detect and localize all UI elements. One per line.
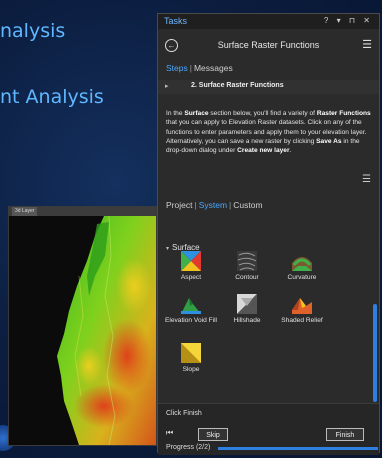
vertical-scrollbar[interactable] (373, 304, 377, 402)
instruction-bold: Save As (316, 137, 342, 145)
progress-bar (218, 447, 378, 450)
tab-system[interactable]: System (199, 200, 227, 210)
step-instructions: In the Surface section below, you'll fin… (166, 109, 372, 155)
function-slope[interactable]: Slope (162, 343, 220, 374)
progress-bar-fill (218, 447, 378, 450)
function-category-tabs: Project | System | Custom (166, 200, 263, 210)
instruction-text: . (289, 147, 292, 155)
step-tabs: Steps | Messages (166, 63, 233, 73)
first-step-icon[interactable]: ⏮ (166, 428, 173, 438)
instruction-text: section below, you'll find a variety of (208, 110, 317, 117)
instruction-text: In the (166, 110, 185, 117)
tab-project[interactable]: Project (166, 200, 192, 210)
function-shaded-relief[interactable]: Shaded Relief (273, 294, 331, 325)
skip-button[interactable]: Skip (198, 428, 228, 441)
function-label: Hillshade (233, 317, 261, 324)
elevation-raster-image (9, 216, 156, 445)
map-window: 3d Layer (8, 206, 157, 446)
function-aspect[interactable]: Aspect (162, 251, 220, 282)
gallery-menu-icon[interactable]: ☰ (362, 174, 371, 185)
tab-separator: | (189, 63, 192, 73)
shaded-relief-icon (292, 294, 312, 314)
elevation-void-fill-icon (181, 294, 201, 314)
hillshade-icon (237, 294, 257, 314)
function-label: Aspect (180, 274, 202, 281)
function-label: Shaded Relief (281, 317, 323, 324)
map-tab[interactable]: 3d Layer (12, 207, 38, 216)
task-header: ← Surface Raster Functions ☰ (158, 37, 379, 57)
instruction-bold: Raster Functions (316, 110, 371, 117)
contour-icon (237, 251, 257, 271)
tab-separator: | (194, 200, 197, 210)
pane-window-controls-icon[interactable]: ? ▾ ⊓ ✕ (324, 16, 373, 25)
function-hillshade[interactable]: Hillshade (218, 294, 276, 325)
function-label: Slope (182, 366, 200, 373)
pane-title: Tasks (164, 16, 188, 26)
elevation-map[interactable] (9, 216, 156, 445)
hamburger-menu-icon[interactable]: ☰ (362, 38, 372, 51)
background-title-line-1: nalysis (0, 20, 66, 42)
curvature-icon (292, 251, 312, 271)
function-label: Contour (235, 274, 259, 281)
function-label: Elevation Void Fill (164, 317, 218, 324)
expand-arrow-icon[interactable]: ▸ (165, 82, 169, 90)
tab-custom[interactable]: Custom (233, 200, 262, 210)
pane-titlebar: Tasks ? ▾ ⊓ ✕ (158, 14, 379, 29)
map-titlebar: 3d Layer (9, 207, 156, 216)
click-finish-instruction: Click Finish (166, 410, 202, 417)
finish-button[interactable]: Finish (326, 428, 364, 441)
function-elevation-void-fill[interactable]: Elevation Void Fill (162, 294, 220, 325)
aspect-icon (181, 251, 201, 271)
function-contour[interactable]: Contour (218, 251, 276, 282)
background-title-line-2: nt Analysis (0, 86, 104, 108)
slope-icon (181, 343, 201, 363)
current-step-row[interactable]: ▸ 2. Surface Raster Functions (158, 80, 379, 94)
task-name: Surface Raster Functions (217, 40, 320, 50)
tasks-pane: Tasks ? ▾ ⊓ ✕ ← Surface Raster Functions… (157, 13, 380, 455)
tab-messages[interactable]: Messages (194, 63, 233, 73)
progress-label: Progress (2/2) (166, 444, 211, 451)
step-title: 2. Surface Raster Functions (191, 82, 284, 89)
tab-steps[interactable]: Steps (166, 63, 188, 73)
tab-separator: | (229, 200, 232, 210)
task-footer: Click Finish ⏮ Skip Finish Progress (2/2… (158, 403, 379, 455)
instruction-bold: Create new layer (237, 147, 290, 155)
instruction-bold: Surface (184, 110, 209, 117)
function-curvature[interactable]: Curvature (273, 251, 331, 282)
function-label: Curvature (287, 274, 317, 281)
